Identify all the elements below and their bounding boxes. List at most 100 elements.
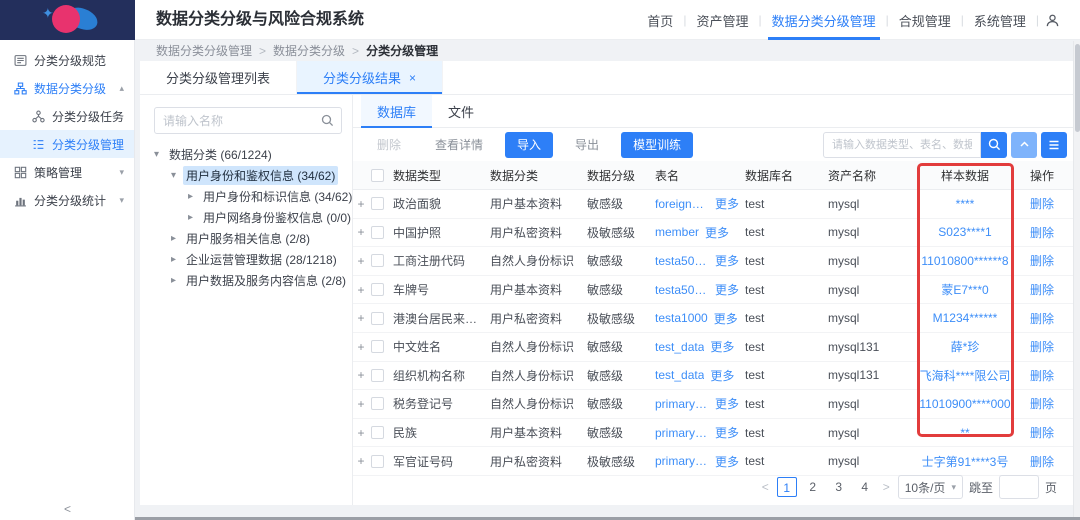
sidebar-item-分类分级管理[interactable]: 分类分级管理 [0, 130, 134, 158]
more-link[interactable]: 更多 [715, 424, 739, 441]
sidebar-item-数据分类分级[interactable]: 数据分类分级▴ [0, 74, 134, 102]
chevron-down-icon[interactable]: ▾ [171, 170, 183, 181]
sample-data-link[interactable]: 薛*珍 [951, 340, 980, 354]
more-link[interactable]: 更多 [705, 224, 729, 241]
delete-row-link[interactable]: 删除 [1030, 226, 1054, 240]
chevron-right-icon[interactable]: ▸ [171, 275, 183, 286]
user-icon[interactable] [1039, 0, 1066, 40]
table-name-link[interactable]: testa50000 [655, 283, 709, 297]
chevron-right-icon[interactable]: ▸ [171, 254, 183, 265]
delete-row-link[interactable]: 删除 [1030, 254, 1054, 268]
sample-data-link[interactable]: S023****1 [938, 225, 991, 239]
more-link[interactable]: 更多 [714, 310, 738, 327]
tree-node[interactable]: ▸用户数据及服务内容信息 (2/8) [154, 270, 342, 291]
page-size-select[interactable]: 10条/页▾ [898, 475, 963, 499]
tab-数据库[interactable]: 数据库 [361, 95, 432, 127]
table-name-link[interactable]: test_data [655, 368, 704, 382]
nav-item-数据分类分级管理[interactable]: 数据分类分级管理 [762, 0, 886, 40]
table-name-link[interactable]: foreignke... [655, 197, 709, 211]
page-jump-input[interactable] [999, 475, 1039, 499]
delete-row-link[interactable]: 删除 [1030, 197, 1054, 211]
row-checkbox[interactable] [371, 340, 384, 353]
sample-data-link[interactable]: 士字第91****3号 [922, 455, 1009, 469]
sample-data-link[interactable]: M1234****** [933, 311, 998, 325]
row-expand-button[interactable]: + [353, 340, 369, 354]
delete-row-link[interactable]: 删除 [1030, 340, 1054, 354]
page-scrollbar[interactable] [1073, 41, 1080, 520]
row-expand-button[interactable]: + [353, 368, 369, 382]
chevron-right-icon[interactable]: ▸ [188, 212, 200, 223]
nav-item-首页[interactable]: 首页 [637, 0, 683, 40]
row-checkbox[interactable] [371, 426, 384, 439]
more-link[interactable]: 更多 [715, 195, 739, 212]
page-number-3[interactable]: 3 [829, 477, 849, 497]
sidebar-collapse-button[interactable]: < [0, 502, 135, 516]
row-checkbox[interactable] [371, 226, 384, 239]
table-name-link[interactable]: primaryk... [655, 454, 709, 468]
sidebar-item-分类分级规范[interactable]: 分类分级规范 [0, 46, 134, 74]
page-number-2[interactable]: 2 [803, 477, 823, 497]
row-expand-button[interactable]: + [353, 283, 369, 297]
nav-item-系统管理[interactable]: 系统管理 [964, 0, 1036, 40]
search-button[interactable] [981, 132, 1007, 158]
search-icon[interactable] [321, 114, 334, 132]
more-link[interactable]: 更多 [715, 252, 739, 269]
more-link[interactable]: 更多 [710, 338, 734, 355]
breadcrumb-item[interactable]: 数据分类分级管理 [156, 42, 252, 59]
row-checkbox[interactable] [371, 455, 384, 468]
table-name-link[interactable]: primaryk... [655, 397, 709, 411]
nav-item-资产管理[interactable]: 资产管理 [686, 0, 758, 40]
row-checkbox[interactable] [371, 283, 384, 296]
prev-page-button[interactable]: < [760, 480, 771, 494]
page-number-1[interactable]: 1 [777, 477, 797, 497]
more-link[interactable]: 更多 [710, 367, 734, 384]
select-all-checkbox[interactable] [371, 169, 384, 182]
column-settings-button[interactable] [1041, 132, 1067, 158]
tab-分类分级管理列表[interactable]: 分类分级管理列表 [140, 61, 297, 94]
row-checkbox[interactable] [371, 254, 384, 267]
sample-data-link[interactable]: ** [960, 426, 969, 440]
tree-search-input[interactable] [155, 114, 315, 128]
table-name-link[interactable]: member [655, 225, 699, 239]
table-name-link[interactable]: testa50000 [655, 254, 709, 268]
tree-node[interactable]: ▸用户服务相关信息 (2/8) [154, 228, 342, 249]
tab-分类分级结果[interactable]: 分类分级结果× [297, 61, 443, 94]
tree-node[interactable]: ▸用户网络身份鉴权信息 (0/0) [154, 207, 342, 228]
table-name-link[interactable]: test_data [655, 340, 704, 354]
delete-row-link[interactable]: 删除 [1030, 455, 1054, 469]
delete-row-link[interactable]: 删除 [1030, 397, 1054, 411]
delete-row-link[interactable]: 删除 [1030, 312, 1054, 326]
sidebar-item-策略管理[interactable]: 策略管理▾ [0, 158, 134, 186]
查看详情-button[interactable]: 查看详情 [423, 132, 495, 158]
tree-node[interactable]: ▸企业运营管理数据 (28/1218) [154, 249, 342, 270]
delete-row-link[interactable]: 删除 [1030, 283, 1054, 297]
row-expand-button[interactable]: + [353, 225, 369, 239]
row-expand-button[interactable]: + [353, 426, 369, 440]
row-checkbox[interactable] [371, 369, 384, 382]
chevron-right-icon[interactable]: ▸ [171, 233, 183, 244]
sample-data-link[interactable]: 飞海科****限公司 [920, 369, 1011, 383]
row-expand-button[interactable]: + [353, 397, 369, 411]
row-expand-button[interactable]: + [353, 197, 369, 211]
scrollbar-thumb[interactable] [1075, 44, 1080, 132]
row-expand-button[interactable]: + [353, 454, 369, 468]
row-expand-button[interactable]: + [353, 254, 369, 268]
more-link[interactable]: 更多 [715, 395, 739, 412]
chevron-down-icon[interactable]: ▾ [154, 149, 166, 160]
sidebar-item-分类分级统计[interactable]: 分类分级统计▾ [0, 186, 134, 214]
table-name-link[interactable]: primaryk... [655, 426, 709, 440]
tab-文件[interactable]: 文件 [432, 95, 490, 127]
more-link[interactable]: 更多 [715, 281, 739, 298]
sample-data-link[interactable]: 蒙E7***0 [941, 283, 988, 297]
chevron-right-icon[interactable]: ▸ [188, 191, 200, 202]
sample-data-link[interactable]: 11010800******8 [921, 254, 1008, 268]
more-link[interactable]: 更多 [715, 453, 739, 470]
row-expand-button[interactable]: + [353, 311, 369, 325]
tree-node[interactable]: ▸用户身份和标识信息 (34/62) [154, 186, 342, 207]
tree-node[interactable]: ▾数据分类 (66/1224) [154, 144, 342, 165]
nav-item-合规管理[interactable]: 合规管理 [889, 0, 961, 40]
导出-button[interactable]: 导出 [563, 132, 611, 158]
导入-button[interactable]: 导入 [505, 132, 553, 158]
delete-row-link[interactable]: 删除 [1030, 426, 1054, 440]
tree-node[interactable]: ▾用户身份和鉴权信息 (34/62) [154, 165, 342, 186]
